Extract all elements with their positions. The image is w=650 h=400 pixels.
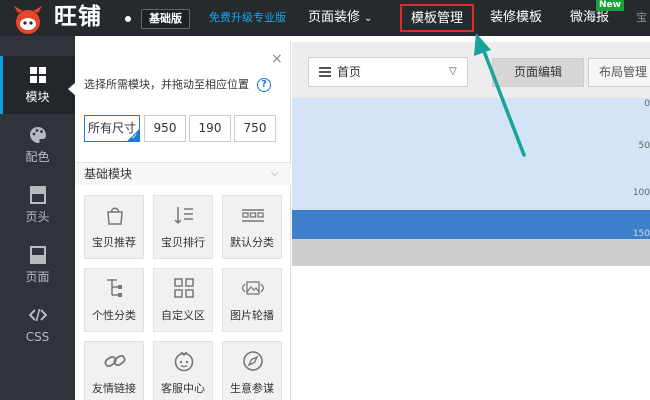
wangpu-logo-icon [14, 6, 42, 34]
panel-hint: 选择所需模块，并拖动至相应位置 [84, 78, 249, 91]
module-label: 默认分类 [230, 236, 274, 249]
sidebar-item-label: CSS [25, 330, 50, 344]
selected-layout-row[interactable]: 150 [292, 210, 650, 239]
chevron-down-icon: ⌵ [271, 168, 279, 179]
new-badge: New [596, 0, 624, 11]
close-icon[interactable]: × [271, 52, 283, 66]
module-item-business-advisor[interactable]: 生意参谋 [222, 341, 282, 400]
sidebar-item-modules[interactable]: 模块 [0, 56, 75, 114]
module-label: 客服中心 [161, 382, 205, 395]
ruler-mark: 100 [632, 188, 650, 198]
chevron-down-icon: ▽ [449, 66, 457, 77]
page-select-value: 首页 [337, 65, 362, 79]
sidebar-item-header[interactable]: 页头 [0, 176, 75, 234]
shopping-bag-icon [107, 207, 123, 225]
brand-name: 旺铺 [54, 4, 102, 30]
top-navigation-bar: 旺铺 基础版 免费升级专业版 页面装修 ⌄ 模板管理 装修模板 微海报 New 宝… [0, 0, 650, 60]
module-label: 生意参谋 [230, 382, 274, 395]
menu-icon [319, 67, 331, 77]
tab-page-edit[interactable]: 页面编辑 [492, 58, 584, 87]
module-label: 宝贝推荐 [92, 236, 136, 249]
module-item-customer-service[interactable]: 客服中心 [153, 341, 213, 400]
module-item-custom-area[interactable]: 自定义区 [153, 268, 213, 332]
module-item-image-carousel[interactable]: 图片轮播 [222, 268, 282, 332]
upgrade-link[interactable]: 免费升级专业版 [209, 10, 286, 26]
checkmark-icon: ✓ [131, 132, 138, 141]
module-item-custom-category[interactable]: 个性分类 [84, 268, 144, 332]
nav-template-management[interactable]: 模板管理 [400, 4, 474, 32]
sidebar-item-label: 页头 [25, 210, 50, 224]
module-label: 自定义区 [161, 309, 205, 322]
nav-more[interactable]: 宝贝 [636, 0, 650, 60]
tree-icon [107, 279, 122, 297]
chevron-down-icon: ⌄ [364, 13, 373, 24]
page-select-dropdown[interactable]: 首页 ▽ [308, 57, 468, 87]
custom-grid-icon [174, 278, 194, 298]
category-icon [242, 209, 264, 222]
module-item-ranking[interactable]: 宝贝排行 [153, 195, 213, 259]
module-label: 友情链接 [92, 382, 136, 395]
module-panel: × 选择所需模块，并拖动至相应位置 ? 所有尺寸 ✓ 950 190 750 基… [75, 42, 291, 400]
nav-page-decor-label: 页面装修 [308, 10, 361, 25]
module-label: 图片轮播 [230, 309, 274, 322]
size-filter-950[interactable]: 950 [144, 115, 186, 142]
nav-page-decor[interactable]: 页面装修 ⌄ [308, 0, 372, 36]
tab-layout-management[interactable]: 布局管理 [588, 58, 650, 87]
ruler-mark: 50 [638, 141, 650, 151]
module-label: 宝贝排行 [161, 236, 205, 249]
page-icon [30, 246, 46, 264]
basic-modules-section-header[interactable]: 基础模块 ⌵ [75, 162, 291, 185]
editor-workarea: 首页 ▽ 页面编辑 布局管理 0 50 100 150 [292, 42, 650, 400]
layout-separator [292, 239, 650, 266]
page-canvas-area[interactable]: 0 50 100 [292, 98, 650, 210]
page-header-icon [30, 186, 46, 204]
sidebar-item-label: 页面 [25, 270, 50, 284]
ruler-mark: 150 [632, 229, 650, 239]
editor-toolbar: 首页 ▽ 页面编辑 布局管理 [292, 42, 650, 98]
image-carousel-icon [242, 281, 264, 295]
module-item-default-category[interactable]: 默认分类 [222, 195, 282, 259]
sort-list-icon [174, 207, 193, 225]
edition-badge: 基础版 [141, 9, 190, 29]
size-filter-all[interactable]: 所有尺寸 ✓ [84, 115, 140, 142]
module-label: 个性分类 [92, 309, 136, 322]
left-sidebar: 模块 配色 页头 页面 CSS [0, 36, 75, 400]
link-icon [104, 354, 126, 368]
help-icon[interactable]: ? [257, 78, 271, 92]
customer-service-icon [174, 351, 194, 372]
grid-icon [30, 67, 46, 83]
section-title: 基础模块 [84, 167, 133, 181]
palette-icon [30, 127, 46, 143]
sidebar-item-colors[interactable]: 配色 [0, 116, 75, 174]
nav-decor-template[interactable]: 装修模板 [490, 0, 542, 36]
ruler-mark: 0 [644, 99, 650, 109]
sidebar-item-css[interactable]: CSS [0, 296, 75, 354]
size-filter-750[interactable]: 750 [234, 115, 276, 142]
compass-icon [243, 351, 263, 371]
code-icon [29, 308, 47, 322]
module-item-friend-links[interactable]: 友情链接 [84, 341, 144, 400]
sidebar-item-label: 配色 [25, 150, 50, 164]
sidebar-item-page[interactable]: 页面 [0, 236, 75, 294]
size-filter-190[interactable]: 190 [189, 115, 231, 142]
sidebar-item-label: 模块 [25, 90, 50, 104]
module-item-recommend[interactable]: 宝贝推荐 [84, 195, 144, 259]
brand-dot [125, 16, 131, 22]
